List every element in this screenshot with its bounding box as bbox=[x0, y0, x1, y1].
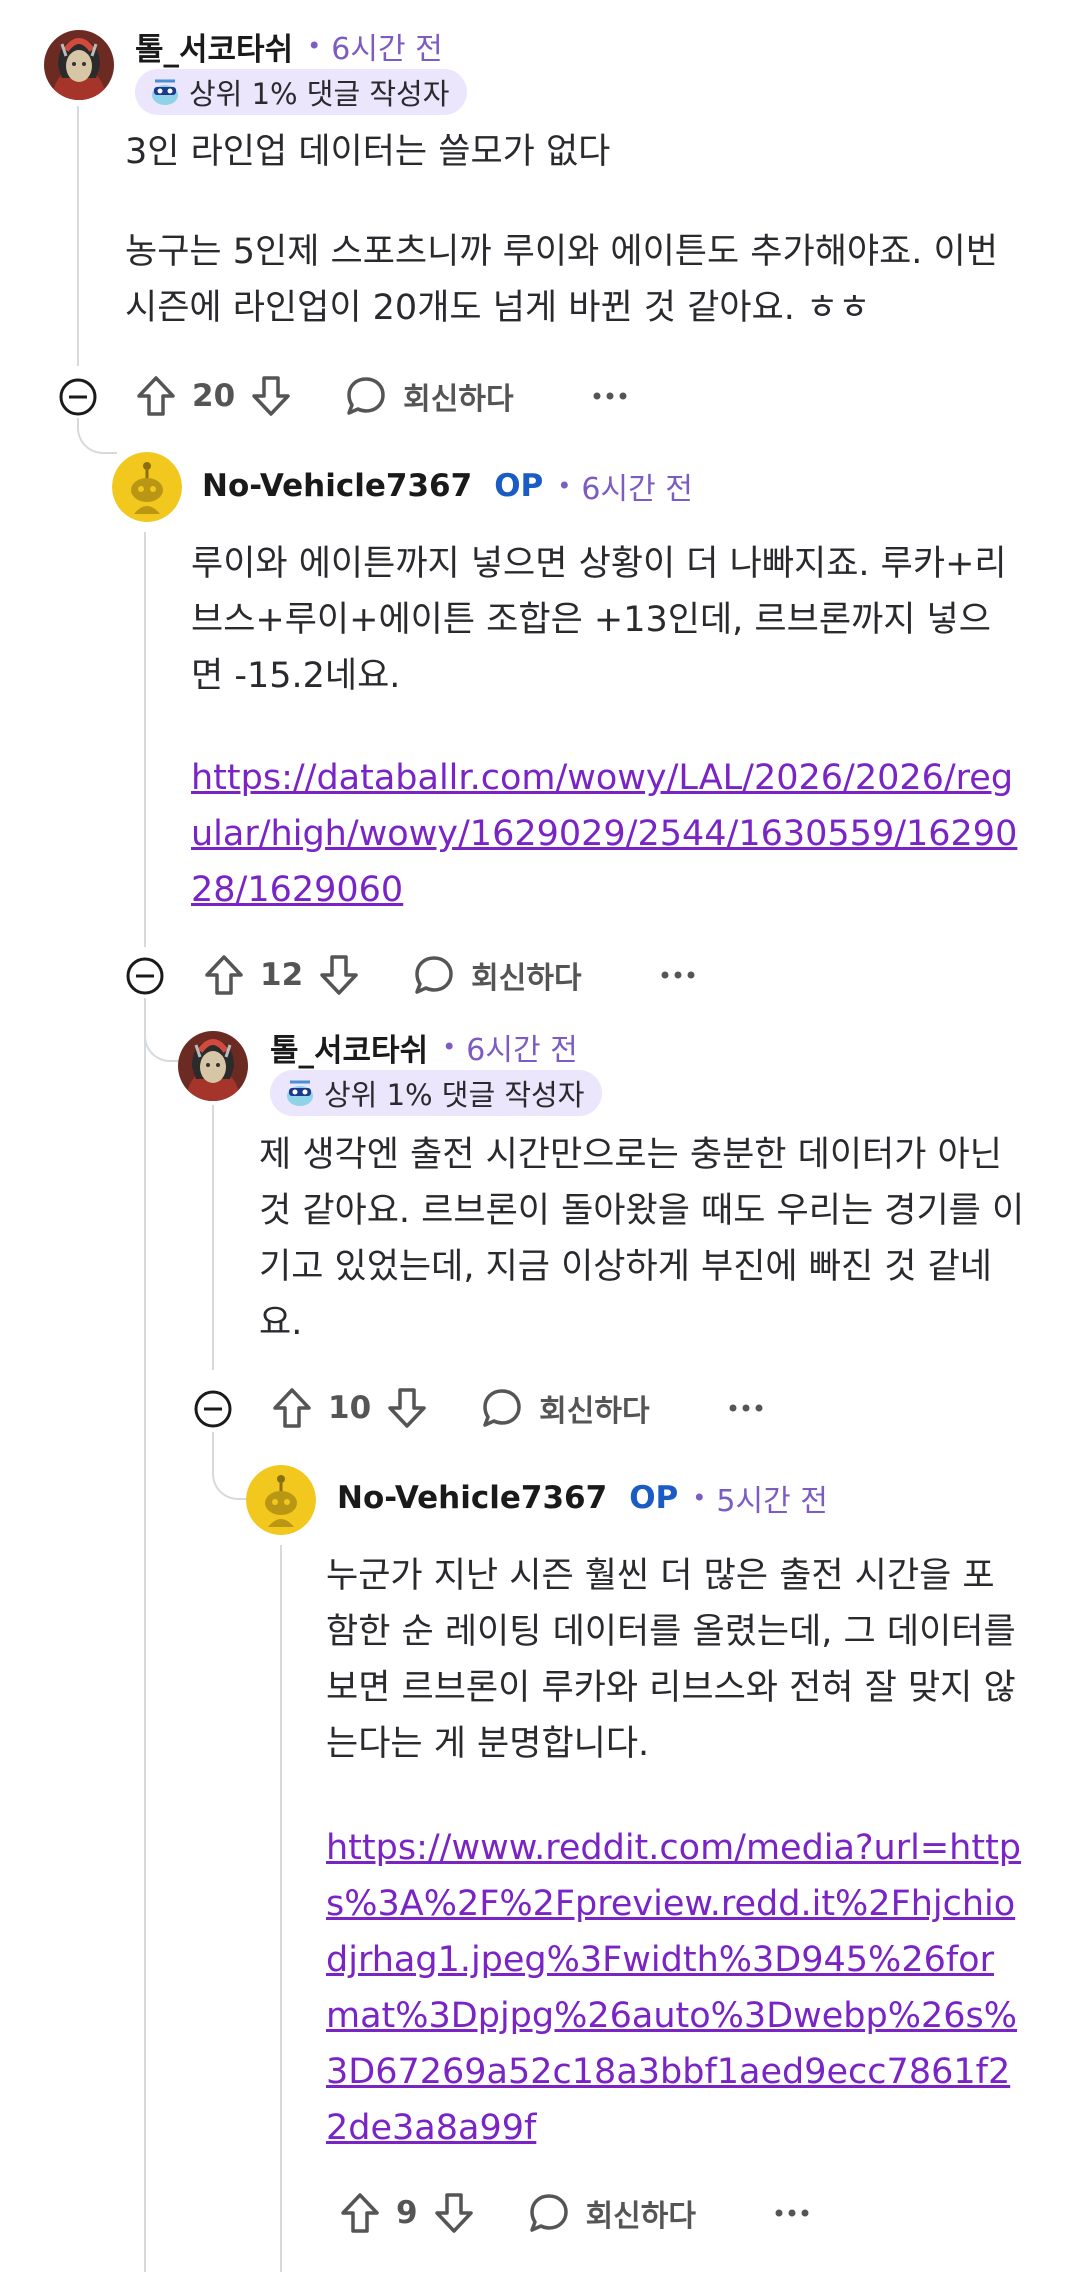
downvote-icon[interactable] bbox=[383, 1384, 431, 1432]
upvote-icon[interactable] bbox=[132, 372, 180, 420]
downvote-icon[interactable] bbox=[247, 372, 295, 420]
reply-button[interactable]: 회신하다 bbox=[479, 1385, 650, 1431]
reply-label: 회신하다 bbox=[403, 382, 514, 417]
avatar[interactable] bbox=[178, 1031, 248, 1101]
comment-header: 톨_서코타쉬 • 6시간 전 bbox=[270, 1025, 578, 1070]
comment-header: 톨_서코타쉬 • 6시간 전 bbox=[135, 24, 443, 69]
reply-label: 회신하다 bbox=[585, 2199, 696, 2234]
reply-label: 회신하다 bbox=[471, 961, 582, 996]
reply-button[interactable]: 회신하다 bbox=[526, 2190, 696, 2236]
reply-button[interactable]: 회신하다 bbox=[343, 373, 514, 419]
reply-bubble-icon bbox=[347, 377, 385, 415]
top-commenter-badge: 상위 1% 댓글 작성자 bbox=[135, 69, 468, 115]
more-options-icon[interactable] bbox=[660, 969, 696, 981]
downvote-icon[interactable] bbox=[430, 2189, 478, 2237]
thread-line bbox=[280, 1545, 282, 2272]
comment-body: 누군가 지난 시즌 훨씬 더 많은 출전 시간을 포함한 순 레이팅 데이터를 … bbox=[326, 1548, 1026, 1772]
vote-count: 12 bbox=[260, 957, 304, 993]
avatar[interactable] bbox=[246, 1465, 316, 1535]
more-options-icon[interactable] bbox=[774, 2207, 810, 2219]
username[interactable]: 톨_서코타쉬 bbox=[270, 1025, 428, 1070]
badge-label: 상위 1% 댓글 작성자 bbox=[189, 77, 450, 111]
comment-paragraph: 3인 라인업 데이터는 쓸모가 없다 bbox=[125, 132, 611, 172]
collapse-thread-icon[interactable] bbox=[193, 1389, 233, 1429]
thread-line bbox=[212, 1105, 214, 1370]
comment-actions: 12 회신하다 bbox=[200, 945, 696, 1005]
upvote-icon[interactable] bbox=[268, 1384, 316, 1432]
snoo-avatar-icon bbox=[112, 452, 182, 522]
comment-body: 루이와 에이튼까지 넣으면 상황이 더 나빠지죠. 루카+리브스+루이+에이튼 … bbox=[191, 536, 1021, 704]
thread-line bbox=[144, 532, 146, 947]
thread-branch bbox=[144, 998, 180, 1062]
comment-actions: 20 회신하다 bbox=[132, 366, 628, 426]
separator-dot: • bbox=[557, 472, 572, 500]
comment-link[interactable]: https://databallr.com/wowy/LAL/2026/2026… bbox=[191, 750, 1021, 918]
vote-count: 9 bbox=[396, 2195, 418, 2231]
separator-dot: • bbox=[442, 1033, 457, 1061]
avatar[interactable] bbox=[44, 30, 114, 100]
comment-body: 3인 라인업 데이터는 쓸모가 없다 농구는 5인제 스포츠니까 루이와 에이튼… bbox=[125, 124, 1005, 336]
reply-bubble-icon bbox=[529, 2194, 568, 2232]
more-options-icon[interactable] bbox=[592, 390, 628, 402]
collapse-thread-icon[interactable] bbox=[125, 956, 165, 996]
comment-paragraph: 누군가 지난 시즌 훨씬 더 많은 출전 시간을 포함한 순 레이팅 데이터를 … bbox=[326, 1556, 1016, 1764]
downvote-icon[interactable] bbox=[315, 951, 363, 999]
timestamp: 5시간 전 bbox=[716, 1484, 828, 1519]
username[interactable]: No-Vehicle7367 bbox=[202, 468, 472, 504]
comment-header: No-Vehicle7367 OP • 5시간 전 bbox=[337, 1478, 828, 1519]
timestamp: 6시간 전 bbox=[466, 1033, 578, 1068]
avatar-warrior-icon bbox=[178, 1031, 248, 1101]
username[interactable]: No-Vehicle7367 bbox=[337, 1480, 607, 1516]
op-badge: OP bbox=[494, 468, 544, 504]
more-options-icon[interactable] bbox=[728, 1402, 764, 1414]
comment-header: No-Vehicle7367 OP • 6시간 전 bbox=[202, 466, 693, 507]
avatar[interactable] bbox=[112, 452, 182, 522]
reply-button[interactable]: 회신하다 bbox=[411, 952, 582, 998]
comment-body: 제 생각엔 출전 시간만으로는 충분한 데이터가 아닌 것 같아요. 르브론이 … bbox=[259, 1127, 1029, 1351]
op-badge: OP bbox=[629, 1480, 679, 1516]
vote-count: 10 bbox=[328, 1390, 372, 1426]
username[interactable]: 톨_서코타쉬 bbox=[135, 24, 293, 69]
comment-link[interactable]: https://www.reddit.com/media?url=https%3… bbox=[326, 1820, 1026, 2156]
comment-paragraph: 제 생각엔 출전 시간만으로는 충분한 데이터가 아닌 것 같아요. 르브론이 … bbox=[259, 1135, 1025, 1343]
comment-paragraph: 루이와 에이튼까지 넣으면 상황이 더 나빠지죠. 루카+리브스+루이+에이튼 … bbox=[191, 544, 1007, 696]
upvote-icon[interactable] bbox=[200, 951, 248, 999]
snoo-badge-icon bbox=[287, 1080, 313, 1106]
separator-dot: • bbox=[692, 1484, 707, 1512]
top-commenter-badge: 상위 1% 댓글 작성자 bbox=[270, 1070, 603, 1116]
separator-dot: • bbox=[307, 32, 322, 60]
collapse-thread-icon[interactable] bbox=[58, 377, 98, 417]
snoo-badge-icon bbox=[152, 79, 178, 105]
thread-branch bbox=[77, 418, 117, 454]
upvote-icon[interactable] bbox=[336, 2189, 384, 2237]
comment-actions: 9 회신하다 bbox=[336, 2183, 810, 2243]
timestamp: 6시간 전 bbox=[331, 32, 443, 67]
reply-bubble-icon bbox=[483, 1389, 521, 1427]
thread-line bbox=[144, 1004, 146, 2272]
reply-bubble-icon bbox=[415, 956, 453, 994]
reply-label: 회신하다 bbox=[539, 1394, 650, 1429]
avatar-warrior-icon bbox=[44, 30, 114, 100]
thread-line bbox=[77, 106, 79, 366]
vote-count: 20 bbox=[192, 378, 236, 414]
thread-branch bbox=[212, 1432, 248, 1500]
timestamp: 6시간 전 bbox=[581, 472, 693, 507]
snoo-avatar-icon bbox=[246, 1465, 316, 1535]
comment-paragraph: 농구는 5인제 스포츠니까 루이와 에이튼도 추가해야죠. 이번 시즌에 라인업… bbox=[125, 232, 998, 328]
badge-label: 상위 1% 댓글 작성자 bbox=[324, 1078, 585, 1112]
comment-actions: 10 회신하다 bbox=[268, 1378, 764, 1438]
